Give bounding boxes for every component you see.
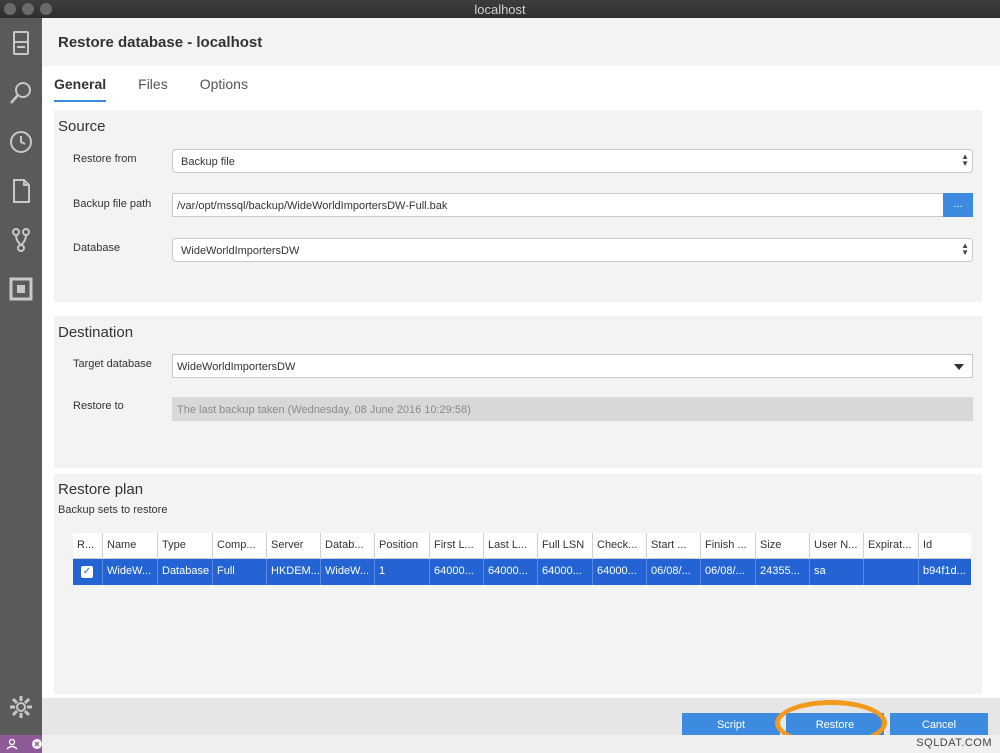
tab-general[interactable]: General [54,76,107,102]
table-cell: HKDEM... [266,559,320,585]
backup-sets-subtitle: Backup sets to restore [58,504,168,516]
dialog-footer: Script Restore Cancel [42,698,1000,746]
column-header[interactable]: R... [73,533,102,558]
column-header[interactable]: Full LSN [537,533,592,558]
table-cell: 06/08/... [646,559,700,585]
source-control-icon[interactable] [5,224,37,256]
updown-arrows-icon: ▲ ▼ [961,152,969,168]
connection-icon [6,738,42,750]
database-label: Database [73,242,121,254]
chevron-down-icon[interactable] [954,364,964,370]
source-title: Source [58,118,106,135]
table-row[interactable]: ✓ WideW... Database Full HKDEM... WideW.… [73,559,971,585]
status-bar-remote[interactable] [0,735,42,753]
table-cell: 64000... [537,559,592,585]
restore-database-dialog: Restore database - localhost General Fil… [42,18,1000,746]
script-button[interactable]: Script [682,713,780,737]
browse-button[interactable]: ... [943,193,973,217]
status-bar: SQLDAT.COM [0,735,1000,753]
target-database-label: Target database [73,358,152,370]
column-header[interactable]: Name [102,533,157,558]
table-cell: sa [809,559,863,585]
table-cell: WideW... [320,559,374,585]
dialog-tabs: General Files Options [54,76,280,106]
tab-files[interactable]: Files [138,76,168,102]
database-value: WideWorldImportersDW [181,245,300,257]
table-cell: Full [212,559,266,585]
restore-to-field: The last backup taken (Wednesday, 08 Jun… [172,397,973,421]
restore-from-select[interactable]: Backup file ▲ ▼ [172,149,973,173]
column-header[interactable]: Finish ... [700,533,755,558]
restore-to-label: Restore to [73,400,124,412]
servers-icon[interactable] [5,27,37,59]
updown-arrows-icon: ▲ ▼ [961,241,969,257]
extensions-icon[interactable] [5,273,37,305]
column-header[interactable]: Datab... [320,533,374,558]
table-cell: 64000... [429,559,483,585]
backup-file-path-label: Backup file path [73,198,152,210]
checkmark-icon[interactable]: ✓ [81,566,93,578]
column-header[interactable]: Id [918,533,971,558]
dialog-body: General Files Options Source Restore fro… [42,66,1000,698]
column-header[interactable]: User N... [809,533,863,558]
dialog-title: Restore database - localhost [58,34,263,51]
column-header[interactable]: Start ... [646,533,700,558]
search-icon[interactable] [5,77,37,109]
table-cell: 64000... [592,559,646,585]
column-header[interactable]: Check... [592,533,646,558]
column-header[interactable]: Type [157,533,212,558]
settings-icon[interactable] [5,691,37,723]
column-header[interactable]: Comp... [212,533,266,558]
database-select[interactable]: WideWorldImportersDW ▲ ▼ [172,238,973,262]
restore-checkbox-cell[interactable]: ✓ [73,559,102,585]
tab-options[interactable]: Options [200,76,248,102]
column-header[interactable]: First L... [429,533,483,558]
table-cell: WideW... [102,559,157,585]
history-icon[interactable] [5,126,37,158]
window-title: localhost [474,2,526,17]
restore-from-value: Backup file [181,156,235,168]
dialog-header: Restore database - localhost [42,18,1000,66]
column-header[interactable]: Server [266,533,320,558]
general-panel: General Files Options Source Restore fro… [42,66,1000,698]
table-cell: b94f1d... [918,559,971,585]
column-header[interactable]: Last L... [483,533,537,558]
destination-title: Destination [58,324,134,341]
table-cell: 1 [374,559,429,585]
activity-bar [0,18,42,735]
cancel-button[interactable]: Cancel [890,713,988,737]
restore-plan-title: Restore plan [58,481,144,498]
table-header-row: R... Name Type Comp... Server Datab... P… [73,533,971,559]
table-cell: 24355... [755,559,809,585]
table-cell: 64000... [483,559,537,585]
column-header[interactable]: Position [374,533,429,558]
window-title-bar: localhost [0,0,1000,18]
restore-from-label: Restore from [73,153,137,165]
column-header[interactable]: Size [755,533,809,558]
table-cell: 06/08/... [700,559,755,585]
table-cell [863,559,918,585]
target-database-value: WideWorldImportersDW [177,361,296,373]
table-cell: Database [157,559,212,585]
column-header[interactable]: Expirat... [863,533,918,558]
destination-section [54,316,982,468]
file-icon[interactable] [5,175,37,207]
watermark: SQLDAT.COM [916,737,992,749]
target-database-combobox[interactable]: WideWorldImportersDW [172,354,973,378]
backup-sets-table: R... Name Type Comp... Server Datab... P… [73,533,971,585]
backup-file-path-input[interactable]: /var/opt/mssql/backup/WideWorldImporters… [172,193,944,217]
